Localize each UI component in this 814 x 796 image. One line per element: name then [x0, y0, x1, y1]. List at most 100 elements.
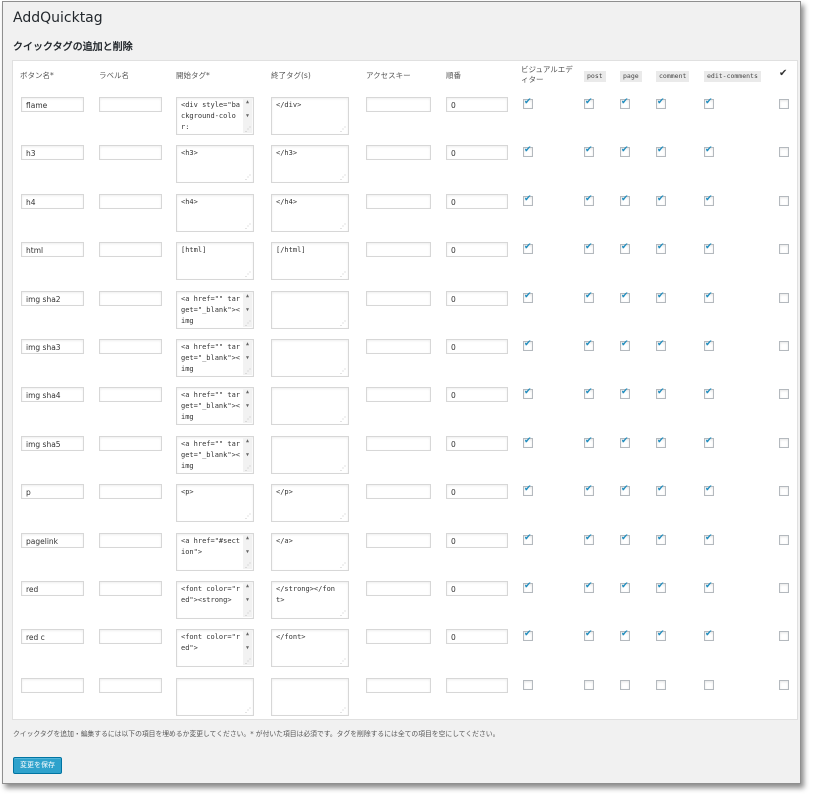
- row-select-checkbox[interactable]: [779, 438, 789, 448]
- visual-editor-checkbox[interactable]: [523, 339, 533, 351]
- start-tag-textarea[interactable]: <a href="" target="_blank"><img ▲ ▼ ⋰: [176, 387, 254, 425]
- label-name-input[interactable]: [99, 242, 162, 257]
- visual-editor-checkbox[interactable]: [523, 97, 533, 109]
- resize-grip-icon[interactable]: ⋰: [340, 708, 346, 714]
- resize-grip-icon[interactable]: ⋰: [340, 466, 346, 472]
- order-input[interactable]: 0: [446, 339, 508, 354]
- post-checkbox[interactable]: [584, 291, 594, 303]
- end-tag-textarea[interactable]: ⋰: [271, 678, 349, 716]
- label-name-input[interactable]: [99, 436, 162, 451]
- comment-checkbox[interactable]: [656, 97, 666, 109]
- start-tag-textarea[interactable]: [html] ⋰: [176, 242, 254, 280]
- row-select-checkbox[interactable]: [779, 389, 789, 399]
- end-tag-textarea[interactable]: [/html] ⋰: [271, 242, 349, 280]
- end-tag-textarea[interactable]: ⋰: [271, 339, 349, 377]
- order-input[interactable]: 0: [446, 97, 508, 112]
- resize-grip-icon[interactable]: ⋰: [340, 563, 346, 569]
- start-tag-textarea[interactable]: <p> ⋰: [176, 484, 254, 522]
- order-input[interactable]: 0: [446, 387, 508, 402]
- scroll-down-arrow-icon[interactable]: ▼: [243, 549, 252, 555]
- end-tag-textarea[interactable]: ⋰: [271, 436, 349, 474]
- page-checkbox[interactable]: [620, 581, 630, 593]
- page-checkbox[interactable]: [620, 194, 630, 206]
- row-select-checkbox[interactable]: [779, 583, 789, 593]
- button-name-input[interactable]: red: [21, 581, 84, 596]
- page-checkbox[interactable]: [620, 484, 630, 496]
- access-key-input[interactable]: [366, 339, 431, 354]
- row-select-checkbox[interactable]: [779, 486, 789, 496]
- resize-grip-icon[interactable]: ⋰: [340, 272, 346, 278]
- scroll-down-arrow-icon[interactable]: ▼: [243, 403, 252, 409]
- start-tag-textarea[interactable]: <h3> ⋰: [176, 145, 254, 183]
- order-input[interactable]: 0: [446, 145, 508, 160]
- order-input[interactable]: 0: [446, 484, 508, 499]
- post-checkbox[interactable]: [584, 145, 594, 157]
- resize-grip-icon[interactable]: ⋰: [245, 514, 251, 520]
- visual-editor-checkbox[interactable]: [523, 145, 533, 157]
- post-checkbox[interactable]: [584, 533, 594, 545]
- access-key-input[interactable]: [366, 291, 431, 306]
- resize-grip-icon[interactable]: ⋰: [245, 321, 251, 327]
- label-name-input[interactable]: [99, 291, 162, 306]
- edit-comments-checkbox[interactable]: [704, 387, 714, 399]
- row-select-checkbox[interactable]: [779, 196, 789, 206]
- visual-editor-checkbox[interactable]: [523, 533, 533, 545]
- post-checkbox[interactable]: [584, 581, 594, 593]
- resize-grip-icon[interactable]: ⋰: [245, 224, 251, 230]
- resize-grip-icon[interactable]: ⋰: [340, 611, 346, 617]
- start-tag-textarea[interactable]: <a href="" target="_blank"><img ▲ ▼ ⋰: [176, 436, 254, 474]
- row-select-checkbox[interactable]: [779, 244, 789, 254]
- comment-checkbox[interactable]: [656, 436, 666, 448]
- edit-comments-checkbox[interactable]: [704, 97, 714, 109]
- end-tag-textarea[interactable]: </p> ⋰: [271, 484, 349, 522]
- start-tag-textarea[interactable]: <font color="red"><strong> ▲ ▼ ⋰: [176, 581, 254, 619]
- page-checkbox[interactable]: [620, 291, 630, 303]
- button-name-input[interactable]: [21, 678, 84, 693]
- post-checkbox[interactable]: [584, 436, 594, 448]
- start-tag-textarea[interactable]: ⋰: [176, 678, 254, 716]
- row-select-checkbox[interactable]: [779, 535, 789, 545]
- resize-grip-icon[interactable]: ⋰: [245, 127, 251, 133]
- post-checkbox[interactable]: [584, 97, 594, 109]
- resize-grip-icon[interactable]: ⋰: [245, 659, 251, 665]
- label-name-input[interactable]: [99, 484, 162, 499]
- end-tag-textarea[interactable]: </strong></font> ⋰: [271, 581, 349, 619]
- post-checkbox[interactable]: [584, 629, 594, 641]
- scroll-down-arrow-icon[interactable]: ▼: [243, 597, 252, 603]
- button-name-input[interactable]: img sha5: [21, 436, 84, 451]
- end-tag-textarea[interactable]: ⋰: [271, 387, 349, 425]
- resize-grip-icon[interactable]: ⋰: [245, 708, 251, 714]
- label-name-input[interactable]: [99, 339, 162, 354]
- post-checkbox[interactable]: [584, 194, 594, 206]
- page-checkbox[interactable]: [620, 387, 630, 399]
- button-name-input[interactable]: h3: [21, 145, 84, 160]
- resize-grip-icon[interactable]: ⋰: [245, 175, 251, 181]
- access-key-input[interactable]: [366, 581, 431, 596]
- edit-comments-checkbox[interactable]: [704, 291, 714, 303]
- post-checkbox[interactable]: [584, 242, 594, 254]
- access-key-input[interactable]: [366, 436, 431, 451]
- access-key-input[interactable]: [366, 145, 431, 160]
- page-checkbox[interactable]: [620, 242, 630, 254]
- comment-checkbox[interactable]: [656, 581, 666, 593]
- button-name-input[interactable]: img sha4: [21, 387, 84, 402]
- resize-grip-icon[interactable]: ⋰: [245, 563, 251, 569]
- edit-comments-checkbox[interactable]: [704, 145, 714, 157]
- resize-grip-icon[interactable]: ⋰: [340, 175, 346, 181]
- button-name-input[interactable]: red c: [21, 629, 84, 644]
- button-name-input[interactable]: h4: [21, 194, 84, 209]
- comment-checkbox[interactable]: [656, 484, 666, 496]
- comment-checkbox[interactable]: [656, 145, 666, 157]
- page-checkbox[interactable]: [620, 145, 630, 157]
- edit-comments-checkbox[interactable]: [704, 194, 714, 206]
- page-checkbox[interactable]: [620, 339, 630, 351]
- comment-checkbox[interactable]: [656, 291, 666, 303]
- edit-comments-checkbox[interactable]: [704, 436, 714, 448]
- save-changes-button[interactable]: 変更を保存: [13, 757, 62, 774]
- end-tag-textarea[interactable]: ⋰: [271, 291, 349, 329]
- comment-checkbox[interactable]: [656, 194, 666, 206]
- page-checkbox[interactable]: [620, 680, 630, 690]
- order-input[interactable]: 0: [446, 242, 508, 257]
- button-name-input[interactable]: html: [21, 242, 84, 257]
- scroll-up-arrow-icon[interactable]: ▲: [243, 631, 252, 637]
